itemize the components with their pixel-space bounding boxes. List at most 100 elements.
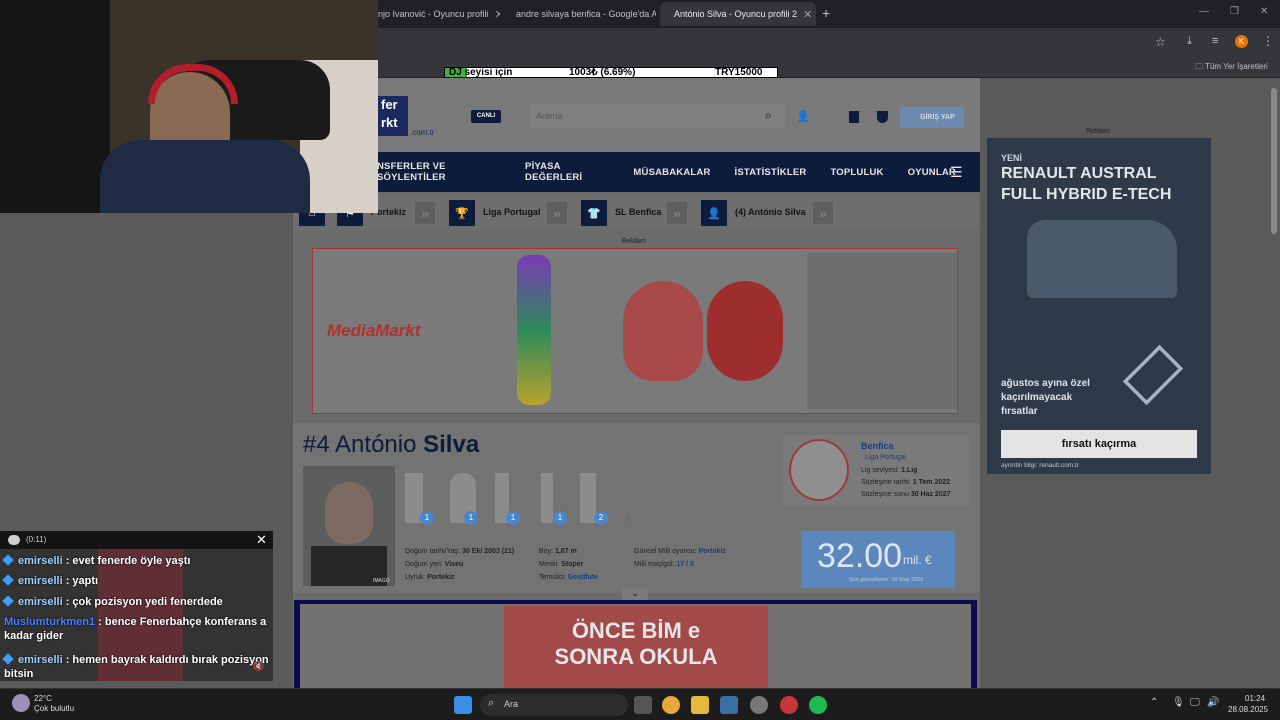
nav-games[interactable]: OYUNLAR xyxy=(908,167,956,178)
shield-icon[interactable] xyxy=(877,111,888,123)
chat-user[interactable]: Muslumturkmen1 xyxy=(4,616,95,628)
chat-message: emirselli : hemen bayrak kaldırdı bırak … xyxy=(2,653,269,681)
detail-height: Boy: 1,87 m xyxy=(539,548,577,555)
windows-start-icon[interactable] xyxy=(454,696,472,714)
joined-value: 1 Tem 2022 xyxy=(912,479,950,486)
close-icon[interactable]: ✕ xyxy=(803,8,812,21)
breadcrumb-club[interactable]: SL Benfica xyxy=(615,207,661,217)
task-view-icon[interactable] xyxy=(634,696,652,714)
menu-dots-icon[interactable]: ⋮ xyxy=(1262,34,1274,48)
logo-domain[interactable]: .com.tr xyxy=(410,128,434,137)
mute-icon[interactable]: 🔇 xyxy=(253,661,264,672)
weather-icon[interactable] xyxy=(12,694,30,712)
all-bookmarks-label: Tüm Yer İşaretleri xyxy=(1205,62,1268,71)
player-first-name: António xyxy=(335,431,417,458)
chrome-icon[interactable] xyxy=(662,696,680,714)
minimize-icon[interactable]: — xyxy=(1199,6,1209,17)
nav-transfers[interactable]: NSFERLER VE SÖYLENTİLER xyxy=(377,161,501,183)
taskbar: 22°C Çok bulutlu ⌕ Ara ⌃ 🎙 🖵 🔊 01:24 28.… xyxy=(0,688,1280,720)
profile-avatar[interactable]: K xyxy=(1235,35,1248,48)
logo-top: fer xyxy=(381,97,398,112)
chevron-right-icon[interactable]: › xyxy=(625,511,629,526)
renault-ad[interactable]: YENİ RENAULT AUSTRAL FULL HYBRID E-TECH … xyxy=(987,138,1211,474)
breadcrumb-league[interactable]: Liga Portugal xyxy=(483,207,541,217)
nav-matches[interactable]: MÜSABAKALAR xyxy=(633,167,710,178)
national-team-link[interactable]: Portekiz xyxy=(699,548,726,555)
dark-wall xyxy=(0,0,110,213)
scrollbar-thumb[interactable] xyxy=(1271,88,1277,234)
user-search-icon[interactable]: 👤 xyxy=(796,110,810,123)
nav-market-values[interactable]: PİYASA DEĞERLERİ xyxy=(525,161,609,183)
tab-3-title: António Silva - Oyuncu profili 2 xyxy=(674,9,798,19)
chat-text: : evet fenerde öyle yaştı xyxy=(65,555,191,567)
bim-ad[interactable]: ÖNCE BİM e SONRA OKULA xyxy=(294,600,977,688)
renault-promo-3: fırsatlar xyxy=(1001,406,1038,417)
login-button[interactable]: GİRİŞ YAP xyxy=(900,107,964,128)
steam-icon[interactable] xyxy=(720,696,738,714)
chat-user[interactable]: emirselli xyxy=(18,654,63,666)
stream-goal-bar: DJ seyisi için 1003₺ (6.69%) TRY15000 xyxy=(444,67,778,78)
search-icon[interactable]: ⌕ xyxy=(765,108,772,123)
nav-community[interactable]: TOPLULUK xyxy=(830,167,883,178)
file-explorer-icon[interactable] xyxy=(691,696,709,714)
weather-desc[interactable]: Çok bulutlu xyxy=(34,704,74,713)
nav-statistics[interactable]: İSTATİSTİKLER xyxy=(735,167,807,178)
shirt-icon[interactable]: 👕 xyxy=(581,200,607,226)
close-icon[interactable]: ✕ xyxy=(256,532,267,548)
hamburger-menu-icon[interactable]: ☰ xyxy=(950,164,963,181)
microphone-icon[interactable]: 🎙 xyxy=(1172,697,1185,708)
breadcrumb: ⌂ ⚑ Portekiz » 🏆 Liga Portugal » 👕 SL Be… xyxy=(293,196,980,230)
league-name[interactable]: Liga Portugal xyxy=(865,454,906,461)
tab-1[interactable]: njo Ivanović - Oyuncu profili ✕ xyxy=(370,2,500,26)
trophy-icon[interactable]: 🏆 xyxy=(449,200,475,226)
agent-link[interactable]: Gestifute xyxy=(568,574,598,581)
photo-credit: IMAGO xyxy=(373,578,390,584)
spotify-icon[interactable] xyxy=(809,696,827,714)
renault-footer: ayrıntılı bilgi: renault.com.tr xyxy=(1001,462,1080,469)
taskbar-search[interactable]: ⌕ Ara xyxy=(480,694,628,716)
bookmark-icon[interactable] xyxy=(849,111,859,123)
player-photo[interactable]: IMAGO xyxy=(303,466,395,586)
contract-label: Sözleşme sonu xyxy=(861,491,909,498)
tab-2-title: andre silvaya benfica - Google'da Ara xyxy=(516,9,656,19)
close-icon[interactable]: ✕ xyxy=(495,8,500,21)
market-value-box[interactable]: 32.00 mil. € Son güncelleme: 30 May 2025 xyxy=(801,531,955,588)
caps-link[interactable]: 17 / 0 xyxy=(676,561,694,568)
search-box[interactable]: Arama ⌕ xyxy=(529,104,785,128)
verified-badge-icon xyxy=(2,554,14,566)
chat-message: emirselli : yaptı xyxy=(2,574,98,588)
trophy-icon[interactable] xyxy=(541,473,553,523)
app-icon[interactable] xyxy=(750,696,768,714)
monitor-icon[interactable]: 🖵 xyxy=(1190,697,1200,708)
renault-cta-button[interactable]: fırsatı kaçırma xyxy=(1001,430,1197,458)
tab-2[interactable]: andre silvaya benfica - Google'da Ara ✕ xyxy=(502,2,656,26)
benfica-crest-icon[interactable] xyxy=(789,439,849,501)
player-icon[interactable]: 👤 xyxy=(701,200,727,226)
club-name[interactable]: Benfica xyxy=(861,441,894,451)
clock-date[interactable]: 28.08.2025 xyxy=(1228,705,1268,714)
download-icon[interactable]: ⤓ xyxy=(1187,35,1192,48)
bookmark-star-icon[interactable]: ☆ xyxy=(1155,35,1166,49)
site-logo[interactable]: fer rkt xyxy=(378,96,408,136)
chat-user[interactable]: emirselli xyxy=(18,596,63,608)
close-window-icon[interactable]: ✕ xyxy=(1260,6,1268,17)
search-input[interactable]: Arama xyxy=(536,111,563,121)
clock-time[interactable]: 01:24 xyxy=(1245,694,1265,703)
detail-label: Temsilci: xyxy=(539,574,566,581)
live-button[interactable]: CANLI xyxy=(471,110,501,123)
restore-icon[interactable]: ❐ xyxy=(1230,6,1239,17)
volume-icon[interactable]: 🔊 xyxy=(1207,697,1219,708)
mediamarkt-ad[interactable]: MediaMarkt xyxy=(312,248,958,414)
chat-user[interactable]: emirselli xyxy=(18,555,63,567)
side-ad-label: Reklam xyxy=(1086,128,1110,135)
all-bookmarks[interactable]: 🗀 Tüm Yer İşaretleri xyxy=(1195,61,1268,75)
chat-text: : çok pozisyon yedi fenerdede xyxy=(65,596,223,608)
reading-list-icon[interactable]: ≡ xyxy=(1212,35,1218,47)
tab-3[interactable]: António Silva - Oyuncu profili 2 ✕ xyxy=(660,2,816,26)
breadcrumb-player[interactable]: (4) António Silva xyxy=(735,207,806,217)
new-tab-button[interactable]: + xyxy=(822,5,830,21)
app-icon[interactable] xyxy=(780,696,798,714)
weather-temp[interactable]: 22°C xyxy=(34,694,52,703)
chat-user[interactable]: emirselli xyxy=(18,575,63,587)
chevron-up-icon[interactable]: ⌃ xyxy=(1150,697,1158,708)
